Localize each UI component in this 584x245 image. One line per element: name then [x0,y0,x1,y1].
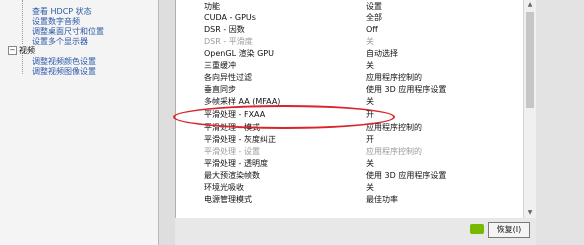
right-margin [536,0,584,245]
setting-value[interactable]: 关 [366,96,374,107]
table-row[interactable]: CUDA - GPUs 全部 [176,12,522,23]
table-row[interactable]: 环境光吸收 关 [176,182,522,193]
table-row[interactable]: 电源管理模式 最佳功率 [176,194,522,205]
scroll-down-icon[interactable]: ▼ [524,208,536,218]
setting-value[interactable]: 使用 3D 应用程序设置 [366,84,446,95]
column-header-feature: 功能 [204,2,220,11]
column-header-setting: 设置 [366,2,382,11]
feature-name: 平滑处理 - 灰度纠正 [204,135,276,144]
scroll-up-icon[interactable]: ▲ [524,0,536,10]
feature-name: 各向异性过滤 [204,73,252,82]
setting-value[interactable]: 关 [366,60,374,71]
setting-value[interactable]: 全部 [366,12,382,23]
setting-value[interactable]: 开 [366,109,374,120]
setting-value[interactable]: Off [366,24,378,35]
feature-name: 三重缓冲 [204,61,236,70]
panel-gutter [159,0,175,245]
tree-connector [22,0,23,44]
setting-value[interactable]: 开 [366,134,374,145]
setting-value[interactable]: 关 [366,158,374,169]
setting-value[interactable]: 应用程序控制的 [366,146,422,157]
setting-value[interactable]: 应用程序控制的 [366,72,422,83]
table-row[interactable]: 平滑处理 - 透明度 关 [176,158,522,169]
vertical-scrollbar[interactable]: ▲ ▼ [523,0,536,218]
collapse-icon[interactable]: − [8,46,17,55]
table-row[interactable]: DSR - 平滑度 关 [176,36,522,47]
settings-table: 功能 设置 CUDA - GPUs 全部 DSR - 因数 Off DSR - … [175,0,537,218]
nav-category-label: 视频 [19,46,35,55]
feature-name: OpenGL 渲染 GPU [204,49,274,58]
feature-name: 平滑处理 - 模式 [204,123,260,132]
table-row[interactable]: DSR - 因数 Off [176,24,522,35]
navigation-tree: 查看 HDCP 状态 设置数字音频 调整桌面尺寸和位置 设置多个显示器 − 视频 … [0,0,159,245]
feature-name: 平滑处理 - 透明度 [204,159,268,168]
table-row[interactable]: 垂直同步 使用 3D 应用程序设置 [176,84,522,95]
table-row[interactable]: 多帧采样 AA (MFAA) 关 [176,96,522,107]
table-row[interactable]: 三重缓冲 关 [176,60,522,71]
setting-value[interactable]: 自动选择 [366,48,398,59]
table-header: 功能 设置 [176,1,522,12]
table-row[interactable]: 最大预渲染帧数 使用 3D 应用程序设置 [176,170,522,181]
restore-button[interactable]: 恢复(I) [488,222,530,238]
setting-value[interactable]: 关 [366,182,374,193]
feature-name: 电源管理模式 [204,195,252,204]
table-row[interactable]: 平滑处理 - 灰度纠正 开 [176,134,522,145]
setting-value[interactable]: 使用 3D 应用程序设置 [366,170,446,181]
table-row[interactable]: OpenGL 渲染 GPU 自动选择 [176,48,522,59]
feature-name: 垂直同步 [204,85,236,94]
feature-name: 最大预渲染帧数 [204,171,260,180]
table-row-fxaa[interactable]: 平滑处理 - FXAA 开 [176,109,522,120]
table-row[interactable]: 平滑处理 - 设置 应用程序控制的 [176,146,522,157]
nav-category-video[interactable]: − 视频 [8,45,35,57]
setting-value[interactable]: 应用程序控制的 [366,122,422,133]
nav-item-video-image[interactable]: 调整视频图像设置 [32,66,96,77]
table-row[interactable]: 平滑处理 - 模式 应用程序控制的 [176,122,522,133]
feature-name: 环境光吸收 [204,183,244,192]
feature-name: 平滑处理 - FXAA [204,110,266,119]
setting-value[interactable]: 关 [366,36,374,47]
setting-value[interactable]: 最佳功率 [366,194,398,205]
feature-name: CUDA - GPUs [204,13,256,22]
feature-name: 平滑处理 - 设置 [204,147,260,156]
feature-name: 多帧采样 AA (MFAA) [204,97,281,106]
feature-name: DSR - 平滑度 [204,37,253,46]
nvidia-logo-icon [470,224,484,234]
feature-name: DSR - 因数 [204,25,245,34]
table-row[interactable]: 各向异性过滤 应用程序控制的 [176,72,522,83]
nav-item-multiple-displays[interactable]: 设置多个显示器 [32,36,88,47]
scroll-thumb[interactable] [526,12,534,108]
